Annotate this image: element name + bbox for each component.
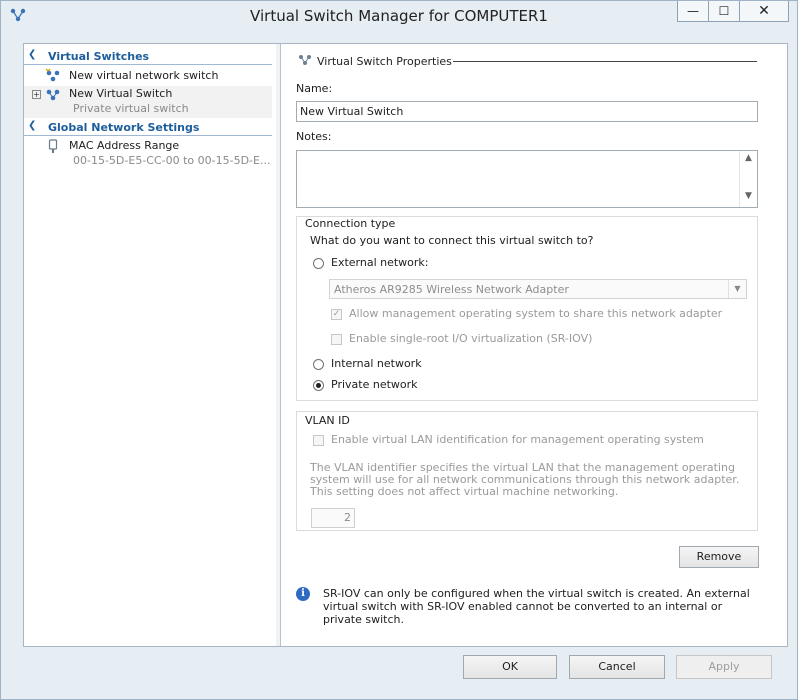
virtual-switches-section[interactable]: ❮ Virtual Switches [24, 49, 272, 65]
collapse-chevron-icon: ❮ [28, 49, 37, 60]
collapse-chevron-icon: ❮ [28, 120, 37, 131]
allow-management-checkbox[interactable]: ✓ [331, 309, 342, 320]
tree-item-label: New Virtual Switch [69, 87, 173, 100]
info-icon: i [296, 587, 310, 601]
notes-scrollbar[interactable]: ▲ ▼ [739, 151, 757, 207]
virtual-switch-manager-window: Virtual Switch Manager for COMPUTER1 — ☐… [0, 0, 798, 700]
notes-input[interactable] [300, 154, 736, 204]
scroll-down-icon[interactable]: ▼ [740, 191, 757, 207]
vlan-description: The VLAN identifier specifies the virtua… [310, 461, 740, 498]
tree-item-sublabel: 00-15-5D-E5-CC-00 to 00-15-5D-E... [73, 154, 271, 167]
internal-network-radio[interactable] [313, 359, 324, 370]
private-network-radio[interactable] [313, 380, 324, 391]
connection-type-title: Connection type [305, 217, 396, 230]
tree-item-label: New virtual network switch [69, 69, 219, 82]
new-switch-icon [45, 68, 60, 82]
vlan-id-input[interactable]: 2 [311, 508, 355, 528]
mac-address-icon [48, 139, 58, 153]
external-network-label[interactable]: External network: [331, 256, 429, 269]
navigation-pane: ❮ Virtual Switches New virtual network s… [24, 44, 277, 646]
notes-field[interactable]: ▲ ▼ [296, 150, 758, 208]
tree-item-new-virtual-switch[interactable]: + New Virtual Switch Private virtual swi… [24, 86, 272, 118]
chevron-down-icon[interactable]: ▼ [728, 280, 746, 298]
tree-item-new-virtual-network-switch[interactable]: New virtual network switch [24, 68, 272, 84]
vlan-enable-checkbox[interactable] [313, 435, 324, 446]
name-input[interactable] [300, 105, 750, 118]
section-header-label: Virtual Switches [48, 50, 150, 63]
section-divider [453, 61, 757, 62]
remove-button[interactable]: Remove [679, 546, 759, 568]
vlan-enable-label: Enable virtual LAN identification for ma… [331, 433, 704, 446]
name-field[interactable] [296, 101, 758, 122]
tree-item-mac-address-range[interactable]: MAC Address Range 00-15-5D-E5-CC-00 to 0… [24, 138, 272, 170]
network-switch-icon [299, 55, 311, 65]
network-adapter-select[interactable]: Atheros AR9285 Wireless Network Adapter … [329, 279, 747, 299]
internal-network-label[interactable]: Internal network [331, 357, 422, 370]
expand-icon[interactable]: + [32, 90, 41, 99]
vlan-id-group: VLAN ID Enable virtual LAN identificatio… [296, 411, 758, 531]
maximize-button[interactable]: ☐ [708, 1, 740, 22]
section-header-label: Global Network Settings [48, 121, 200, 134]
apply-button[interactable]: Apply [676, 655, 772, 679]
network-switch-icon [46, 89, 60, 101]
close-button[interactable]: ✕ [739, 1, 789, 22]
client-area: ❮ Virtual Switches New virtual network s… [23, 43, 788, 647]
scroll-up-icon[interactable]: ▲ [740, 153, 757, 169]
notes-label: Notes: [296, 130, 332, 143]
allow-management-label: Allow management operating system to sha… [349, 307, 723, 320]
private-network-label[interactable]: Private network [331, 378, 418, 391]
external-network-radio[interactable] [313, 258, 324, 269]
sriov-checkbox[interactable] [331, 334, 342, 345]
section-title: Virtual Switch Properties [317, 55, 452, 68]
cancel-button[interactable]: Cancel [569, 655, 665, 679]
ok-button[interactable]: OK [463, 655, 557, 679]
name-label: Name: [296, 82, 333, 95]
connection-question: What do you want to connect this virtual… [310, 234, 594, 247]
tree-item-sublabel: Private virtual switch [73, 102, 189, 115]
global-network-settings-section[interactable]: ❮ Global Network Settings [24, 120, 272, 136]
vlan-id-title: VLAN ID [305, 414, 350, 427]
sriov-label: Enable single-root I/O virtualization (S… [349, 332, 593, 345]
info-message: SR-IOV can only be configured when the v… [323, 587, 750, 626]
title-bar[interactable]: Virtual Switch Manager for COMPUTER1 — ☐… [1, 1, 797, 31]
tree-item-label: MAC Address Range [69, 139, 180, 152]
network-adapter-value: Atheros AR9285 Wireless Network Adapter [334, 283, 569, 296]
connection-type-group: Connection type What do you want to conn… [296, 216, 758, 401]
minimize-button[interactable]: — [677, 1, 709, 22]
properties-pane: Virtual Switch Properties Name: Notes: ▲… [281, 44, 787, 646]
